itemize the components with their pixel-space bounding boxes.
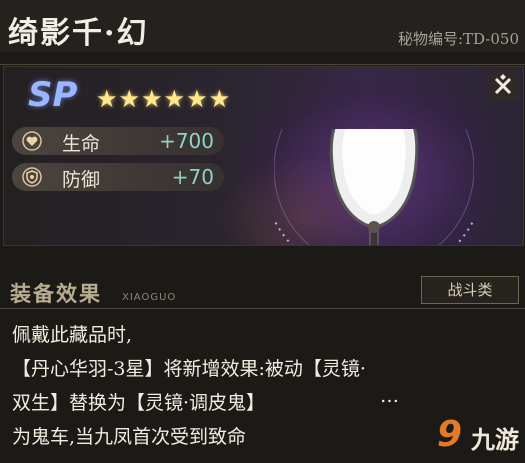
logo-mark: 9 [437,414,463,455]
effect-description: 佩戴此藏品时, 【丹心华羽-3星】将新增效果:被动【灵镜· 双生】替换为【灵镜·… [12,318,372,454]
divider [0,308,525,309]
hand-mirror-artifact [274,129,474,245]
section-title: 装备效果 [10,281,102,306]
artifact-panel: SP ★★★★★★ 生命 +700 防御 +70 [3,66,524,246]
stat-value: +700 [159,129,214,153]
description-line: 佩戴此藏品时, [12,324,133,346]
close-button[interactable] [487,70,519,102]
divider [0,64,525,65]
stat-label: 生命 [62,133,101,155]
description-overflow: … [380,385,399,407]
star-rating: ★★★★★★ [96,85,232,113]
stat-def: 防御 +70 [12,163,224,191]
watermark-logo: 9 九游 [437,414,525,458]
heart-icon [22,131,42,151]
stat-label: 防御 [62,169,101,191]
stat-hp: 生命 +700 [12,127,224,155]
close-icon [494,74,512,95]
artifact-title: 绮影千·幻 [8,16,149,51]
artifact-code: 秘物编号:TD-050 [397,30,519,48]
shield-icon [22,167,42,187]
description-line: 双生】替换为【灵镜·调皮鬼】 [12,392,266,414]
description-line: 【丹心华羽-3星】将新增效果:被动【灵镜· [12,358,366,380]
stat-value: +70 [171,165,214,189]
rarity-badge: SP [28,75,78,115]
header: 绮影千·幻 秘物编号:TD-050 [0,0,525,52]
description-line: 为鬼车,当九凤首次受到致命 [12,426,247,448]
logo-text: 九游 [471,425,519,454]
section-subtitle: XIAOGUO [122,292,177,303]
category-tag: 战斗类 [421,276,519,304]
